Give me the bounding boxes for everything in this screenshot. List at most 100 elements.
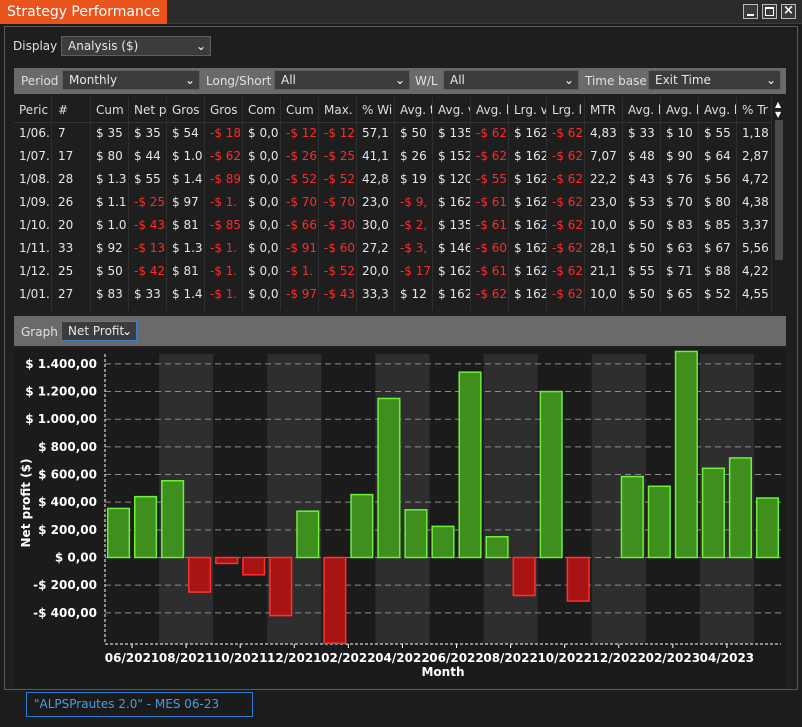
table-cell: -$ 61	[471, 260, 509, 283]
table-cell: $ 152	[433, 145, 471, 168]
long-short-dropdown[interactable]: All ⌄	[274, 70, 410, 90]
column-header[interactable]: Lrg. v	[509, 98, 547, 123]
performance-table: ▲ ▼ Peric # Cum Net p Gros Gros Com Cum Max.% Wi…	[14, 96, 786, 310]
graph-dropdown[interactable]: Net Profit ⌄	[61, 321, 137, 341]
table-header-row: Peric # Cum Net p Gros Gros Com Cum Max.% Wi Avg.…	[14, 98, 772, 123]
table-cell: $ 33	[129, 283, 167, 306]
x-tick-label: 12/2021	[267, 651, 321, 665]
table-cell: $ 129	[433, 306, 471, 310]
alternate-band	[483, 354, 538, 644]
column-header[interactable]: Peric	[14, 98, 52, 123]
x-axis-title: Month	[421, 665, 464, 679]
table-cell: -$ 42	[129, 260, 167, 283]
time-base-dropdown[interactable]: Exit Time ⌄	[648, 70, 781, 90]
column-header[interactable]: Gros	[205, 98, 243, 123]
column-header[interactable]: Max.	[319, 98, 357, 123]
column-header[interactable]: Avg. v	[433, 98, 471, 123]
table-cell: $ 97	[167, 191, 205, 214]
table-cell: -$ 60	[471, 237, 509, 260]
x-tick-label: 02/2023	[646, 651, 700, 665]
column-header[interactable]: % Wi	[357, 98, 395, 123]
long-short-dropdown-value: All	[281, 73, 296, 87]
table-cell: $ 54	[623, 306, 661, 310]
bar-03-2023	[674, 350, 698, 559]
table-cell: $ 0,0	[243, 168, 281, 191]
table-cell: -$ 62	[547, 214, 585, 237]
column-header[interactable]: Avg. l	[699, 98, 737, 123]
table-cell: $ 10	[661, 122, 699, 145]
table-cell: $ 50	[623, 214, 661, 237]
scroll-down-icon[interactable]: ▼	[775, 110, 781, 119]
x-tick-label: 02/2022	[321, 651, 375, 665]
table-cell: $ 35	[129, 122, 167, 145]
filter-bar: Period Monthly ⌄ Long/Short All ⌄ W/L Al…	[14, 68, 786, 94]
table-cell: $ 65	[661, 283, 699, 306]
table-cell: -$ 1.	[205, 283, 243, 306]
table-vertical-scrollbar[interactable]: ▲ ▼	[772, 96, 786, 310]
table-cell: 42,8	[357, 168, 395, 191]
y-tick-label: -$ 400,00	[33, 606, 97, 620]
column-header[interactable]: Avg. l	[471, 98, 509, 123]
column-header[interactable]: Cum	[281, 98, 319, 123]
table-cell: $ 1.0	[167, 145, 205, 168]
column-header[interactable]: Com	[243, 98, 281, 123]
column-header[interactable]: Net p	[129, 98, 167, 123]
table-cell: $ 67	[699, 306, 737, 310]
table-cell: 4,72	[737, 168, 772, 191]
table-cell: -$ 62	[471, 306, 509, 310]
table-cell: $ 85	[699, 214, 737, 237]
table-cell: $ 1.3	[167, 237, 205, 260]
table-cell: $ 0,0	[243, 237, 281, 260]
column-header[interactable]: Avg. l	[623, 98, 661, 123]
column-header[interactable]: Avg. l	[661, 98, 699, 123]
period-dropdown[interactable]: Monthly ⌄	[62, 70, 200, 90]
table-cell: 1/01.	[14, 283, 52, 306]
table-row: 1/02.22$ 21-$ 62$ 1.0-$ 1.$ 0,0-$ 1.-$ 7…	[14, 306, 772, 310]
table-cell: $ 1.0	[91, 214, 129, 237]
column-header[interactable]: % Tr	[737, 98, 772, 123]
column-header[interactable]: Avg. t	[395, 98, 433, 123]
table-cell: 1/11.	[14, 237, 52, 260]
table-cell: 30,0	[357, 214, 395, 237]
table-cell: -$ 62	[205, 145, 243, 168]
table-cell: -$ 12	[319, 122, 357, 145]
table-cell: $ 67	[699, 237, 737, 260]
chevron-down-icon: ⌄	[394, 73, 405, 87]
table-cell: 26	[53, 191, 91, 214]
table-cell: $ 162	[509, 122, 547, 145]
column-header[interactable]: MTR	[585, 98, 623, 123]
bar-02-2022	[323, 556, 347, 644]
column-header[interactable]: Cum	[91, 98, 129, 123]
display-dropdown[interactable]: Analysis ($) ⌄	[61, 36, 211, 56]
table-cell: $ 135	[433, 122, 471, 145]
maximize-button[interactable]	[762, 4, 777, 19]
table-cell: $ 83	[91, 283, 129, 306]
chevron-down-icon: ⌄	[563, 73, 574, 87]
column-header[interactable]: Lrg. l	[547, 98, 585, 123]
x-tick-label: 06/2021	[105, 651, 159, 665]
table-cell: 1/08.	[14, 168, 52, 191]
table-cell: $ 48	[623, 145, 661, 168]
table-cell: 3,37	[737, 214, 772, 237]
table-cell: $ 19	[395, 168, 433, 191]
table-cell: $ 52	[699, 283, 737, 306]
wl-dropdown[interactable]: All ⌄	[443, 70, 579, 90]
chevron-down-icon: ⌄	[121, 324, 132, 338]
table-cell: $ 54	[167, 122, 205, 145]
close-button[interactable]: ×	[781, 3, 796, 19]
column-header[interactable]: Gros	[167, 98, 205, 123]
table-cell: $ 162	[509, 191, 547, 214]
table-cell: 1,18	[737, 122, 772, 145]
table-cell: -$ 52	[281, 168, 319, 191]
y-tick-label: $ 800,00	[38, 440, 97, 454]
x-tick-label: 04/2022	[375, 651, 429, 665]
bar-08-2022	[485, 536, 509, 559]
x-tick-label: 06/2022	[429, 651, 483, 665]
scroll-thumb[interactable]	[775, 120, 783, 260]
strategy-tab[interactable]: "ALPSPrautes 2.0" - MES 06-23	[26, 692, 253, 717]
minimize-button[interactable]	[743, 4, 758, 19]
column-header[interactable]: #	[53, 98, 91, 123]
table-cell: -$ 1.	[205, 191, 243, 214]
table-cell: $ 135	[433, 214, 471, 237]
scroll-up-icon[interactable]: ▲	[775, 100, 781, 109]
